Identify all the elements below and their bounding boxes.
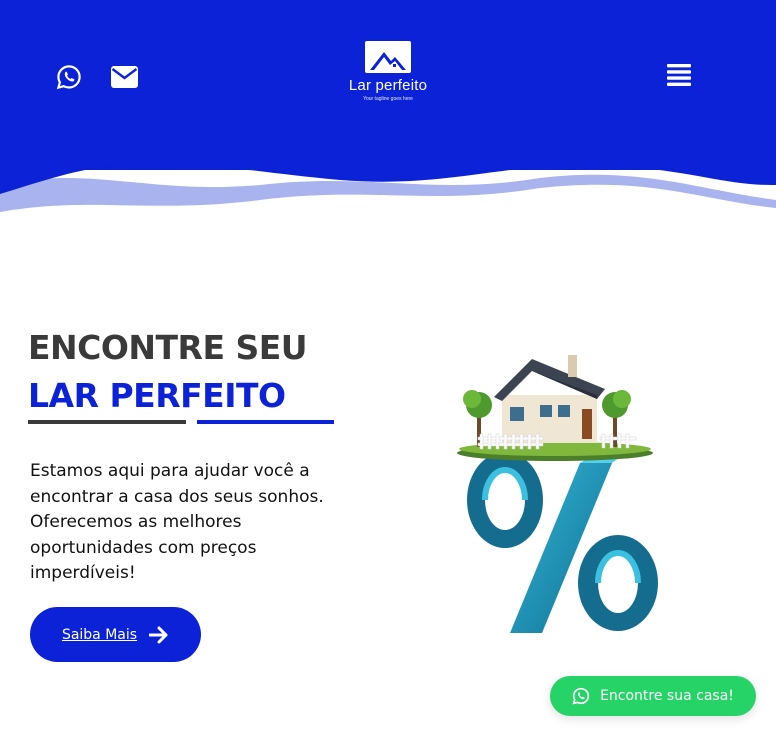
title-underline-blue <box>197 420 334 424</box>
title-underline-dark <box>28 420 186 424</box>
whatsapp-chat-button[interactable]: Encontre sua casa! <box>550 676 756 716</box>
hamburger-menu-icon[interactable] <box>667 63 691 89</box>
percent-sign-shape <box>467 452 658 633</box>
hero-title-line1: ENCONTRE SEU <box>28 328 308 367</box>
whatsapp-icon[interactable] <box>56 64 82 90</box>
house <box>494 355 605 443</box>
hero-description: Estamos aqui para ajudar você a encontra… <box>30 461 324 583</box>
hero-title-line2: LAR PERFEITO <box>28 376 286 415</box>
site-header: Lar perfeito Your tagline goes here <box>0 0 776 215</box>
saiba-mais-label: Saiba Mais <box>61 626 138 643</box>
arrow-right-icon <box>149 626 168 643</box>
logo-name: Lar perfeito <box>348 77 428 94</box>
logo-tagline: Your tagline goes here <box>363 96 413 102</box>
site-logo[interactable]: Lar perfeito Your tagline goes here <box>338 40 438 115</box>
saiba-mais-button[interactable]: Saiba Mais <box>30 607 201 662</box>
page: Lar perfeito Your tagline goes here ENCO… <box>0 0 776 740</box>
whatsapp-icon <box>572 687 590 705</box>
logo-house-icon <box>365 41 411 73</box>
whatsapp-chat-label: Encontre sua casa! <box>600 688 734 704</box>
house-percent-illustration <box>457 355 658 633</box>
mail-icon[interactable] <box>111 66 138 88</box>
